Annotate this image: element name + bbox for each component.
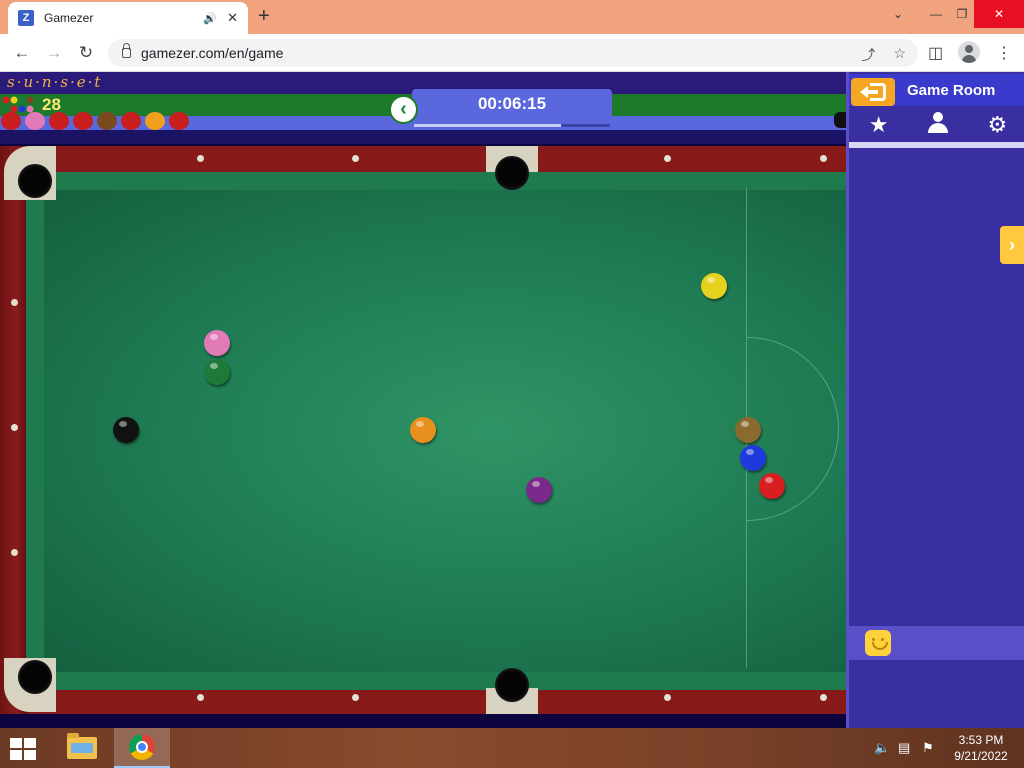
- side-panel-icon[interactable]: ◫: [928, 43, 943, 63]
- ball-purple[interactable]: [526, 477, 552, 503]
- pocket-top-left: [18, 164, 52, 198]
- gamezer-favicon-icon: Z: [18, 10, 34, 26]
- table-felt[interactable]: [44, 190, 846, 672]
- clock-time: 3:53 PM: [958, 733, 1004, 747]
- ball-black[interactable]: [113, 417, 139, 443]
- lock-icon[interactable]: [122, 43, 131, 58]
- game-room-panel: Game Room ★ ⚙: [846, 72, 1024, 728]
- ball-green[interactable]: [204, 359, 230, 385]
- user-icon[interactable]: [918, 111, 958, 139]
- pocket-bottom-left: [18, 660, 52, 694]
- gear-icon[interactable]: ⚙: [977, 112, 1017, 138]
- action-center-flag-icon[interactable]: ⚑: [922, 740, 934, 756]
- new-tab-icon[interactable]: +: [258, 6, 270, 26]
- star-icon[interactable]: ★: [859, 112, 899, 138]
- bookmark-star-icon[interactable]: ☆: [893, 45, 906, 65]
- ball-red[interactable]: [759, 473, 785, 499]
- exit-button[interactable]: [851, 78, 895, 106]
- back-icon[interactable]: ←: [10, 42, 34, 64]
- chrome-icon: [129, 734, 155, 760]
- hud-edge: [834, 112, 846, 128]
- panel-tabs: ★ ⚙: [849, 110, 1024, 140]
- rail-diamond: [197, 155, 204, 162]
- timer-progress-track: [414, 124, 610, 127]
- browser-tab-strip: Z Gamezer 🔊 ✕ + ⌄ — ❐ ✕: [0, 0, 1024, 34]
- rail-diamond: [664, 694, 671, 701]
- game-area: s·u·n·s·e·t 28 00:06:15 ‹ Game Room ★ ⚙ …: [0, 72, 1024, 728]
- game-room-title: Game Room: [907, 82, 996, 99]
- potted-ball: [73, 112, 93, 130]
- timer-progress-fill: [414, 124, 561, 127]
- file-explorer-button[interactable]: [54, 728, 110, 768]
- menu-icon[interactable]: ⋮: [996, 43, 1012, 63]
- browser-tab[interactable]: Z Gamezer 🔊 ✕: [8, 2, 248, 34]
- rail-diamond: [820, 694, 827, 701]
- pocket-bottom-middle: [495, 668, 529, 702]
- ball-blue[interactable]: [740, 445, 766, 471]
- game-logo: s·u·n·s·e·t: [7, 73, 103, 91]
- folder-icon: [67, 733, 97, 759]
- volume-muted-icon[interactable]: 🔈: [874, 740, 890, 756]
- address-bar[interactable]: gamezer.com/en/game ⤴ ☆: [108, 39, 918, 67]
- pocket-top-middle: [495, 156, 529, 190]
- audio-icon[interactable]: 🔊: [203, 12, 217, 25]
- taskbar-clock[interactable]: 3:53 PM 9/21/2022: [946, 732, 1016, 764]
- potted-ball: [145, 112, 165, 130]
- tab-search-icon[interactable]: ⌄: [880, 0, 916, 28]
- browser-toolbar: ← → ↻ gamezer.com/en/game ⤴ ☆ ◫ ⋮: [0, 34, 1024, 72]
- reload-icon[interactable]: ↻: [74, 42, 98, 64]
- chat-bar[interactable]: [849, 626, 1024, 660]
- rail-diamond: [197, 694, 204, 701]
- ball-brown[interactable]: [735, 417, 761, 443]
- rail-diamond: [352, 694, 359, 701]
- potted-ball: [25, 112, 45, 130]
- rail-diamond: [11, 424, 18, 431]
- game-timer: 00:06:15: [412, 89, 612, 129]
- smiley-icon[interactable]: [865, 630, 891, 656]
- potted-ball: [121, 112, 141, 130]
- window-close-icon[interactable]: ✕: [974, 0, 1024, 28]
- network-icon[interactable]: ▤: [898, 740, 910, 756]
- rail-diamond: [820, 155, 827, 162]
- ball-yellow[interactable]: [701, 273, 727, 299]
- rail-diamond: [11, 549, 18, 556]
- potted-ball: [49, 112, 69, 130]
- tab-title: Gamezer: [44, 11, 94, 25]
- ball-pink[interactable]: [204, 330, 230, 356]
- ball-rack-icon: [2, 96, 34, 113]
- clock-date: 9/21/2022: [954, 749, 1008, 763]
- exit-icon: [860, 83, 886, 101]
- chrome-taskbar-button[interactable]: [114, 728, 170, 768]
- close-icon[interactable]: ✕: [227, 10, 238, 26]
- rail-diamond: [11, 299, 18, 306]
- panel-tab-divider: [849, 142, 1024, 148]
- game-room-header: Game Room: [849, 74, 1024, 106]
- chevron-left-icon[interactable]: ‹: [389, 95, 418, 124]
- windows-start-icon[interactable]: [10, 738, 38, 760]
- ball-orange[interactable]: [410, 417, 436, 443]
- potted-ball: [97, 112, 117, 130]
- chevron-right-icon[interactable]: ›: [1000, 226, 1024, 264]
- share-icon[interactable]: ⤴: [861, 45, 875, 65]
- potted-ball: [169, 112, 189, 130]
- profile-icon[interactable]: [958, 41, 980, 63]
- taskbar: 🔈 ▤ ⚑ 3:53 PM 9/21/2022: [0, 728, 1024, 768]
- potted-ball: [1, 112, 21, 130]
- url-text[interactable]: gamezer.com/en/game: [141, 45, 283, 61]
- rail-diamond: [352, 155, 359, 162]
- forward-icon[interactable]: →: [42, 42, 66, 64]
- rail-diamond: [664, 155, 671, 162]
